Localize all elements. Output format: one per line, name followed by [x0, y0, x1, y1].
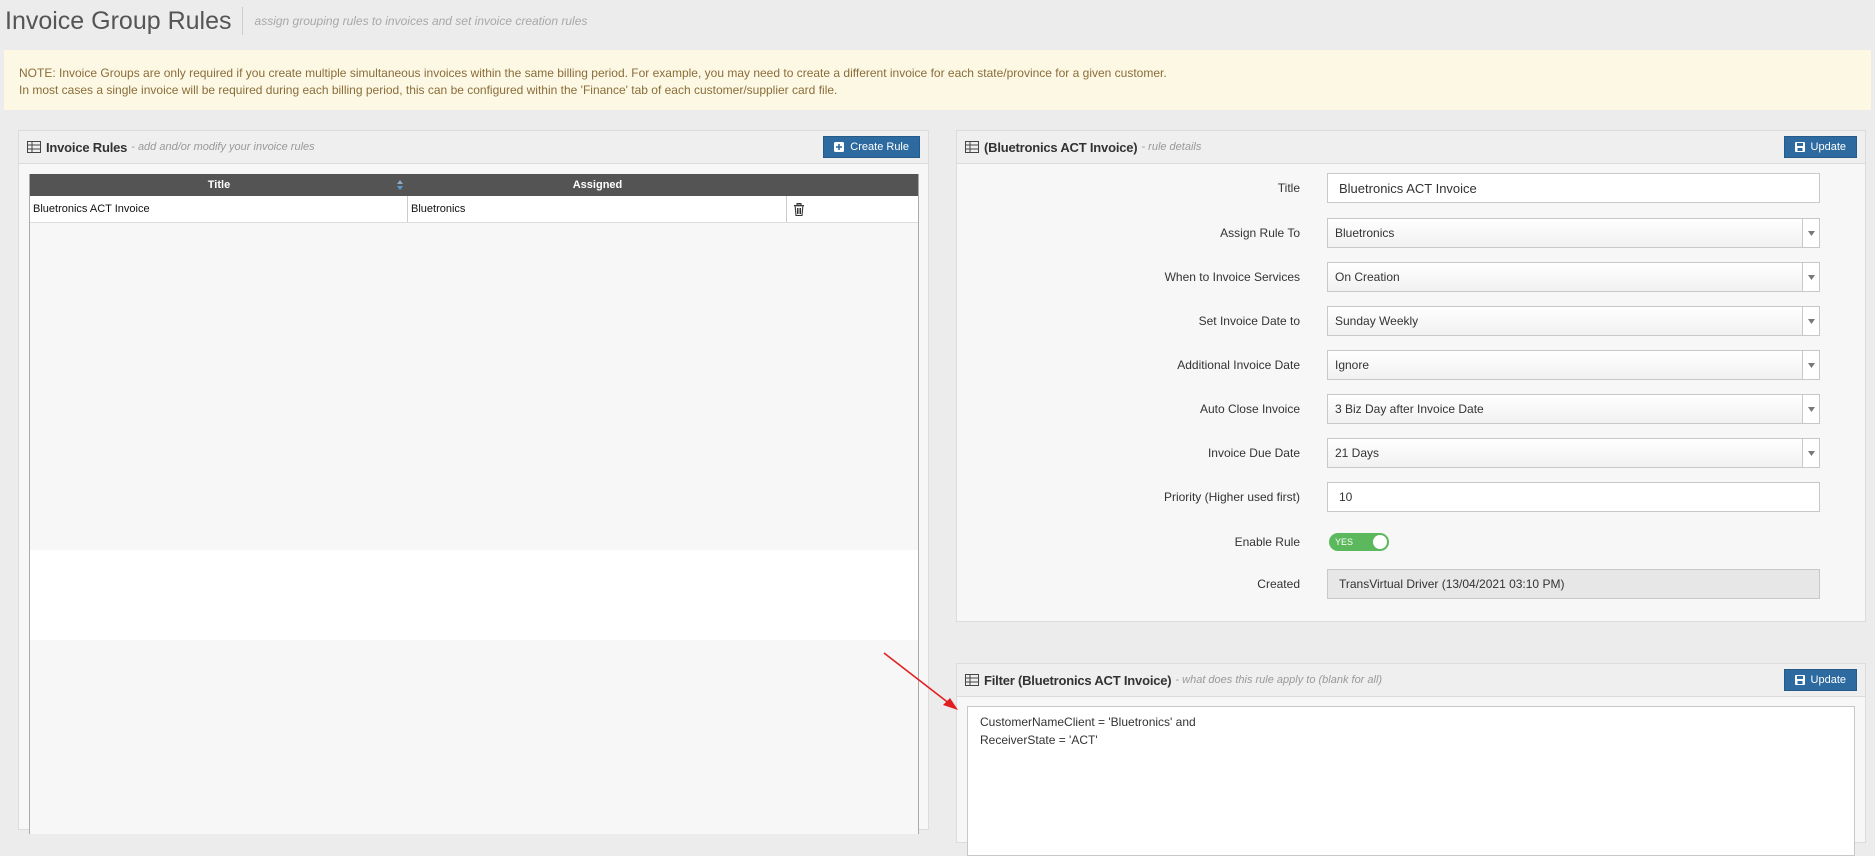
label-priority: Priority (Higher used first) — [1163, 490, 1300, 504]
trash-icon[interactable] — [793, 202, 805, 216]
column-assigned-header[interactable]: Assigned — [408, 174, 787, 196]
column-assigned-label: Assigned — [572, 179, 623, 191]
form-row-auto-close: Auto Close Invoice 3 Biz Day after Invoi… — [957, 393, 1867, 425]
chevron-down-icon — [1802, 439, 1819, 467]
invoice-rules-subtitle: - add and/or modify your invoice rules — [131, 141, 315, 153]
created-value: TransVirtual Driver (13/04/2021 03:10 PM… — [1327, 569, 1820, 599]
update-filter-label: Update — [1810, 674, 1846, 686]
column-title-header[interactable]: Title — [30, 174, 408, 196]
column-actions-header — [787, 174, 918, 196]
create-rule-label: Create Rule — [850, 141, 909, 153]
sort-icon[interactable] — [396, 180, 404, 190]
additional-invoice-date-select[interactable]: Ignore — [1327, 350, 1820, 380]
form-row-due-date: Invoice Due Date 21 Days — [957, 437, 1867, 469]
label-title: Title — [1277, 181, 1300, 195]
toggle-knob — [1373, 535, 1387, 549]
invoice-rules-header: Invoice Rules - add and/or modify your i… — [19, 131, 928, 164]
rule-details-header: (Bluetronics ACT Invoice) - rule details… — [957, 131, 1865, 164]
page-header: Invoice Group Rules assign grouping rule… — [5, 4, 587, 38]
update-filter-button[interactable]: Update — [1783, 669, 1857, 691]
invoice-rules-panel: Invoice Rules - add and/or modify your i… — [18, 130, 929, 834]
cell-title[interactable]: Bluetronics ACT Invoice — [30, 196, 408, 222]
when-to-invoice-select[interactable]: On Creation — [1327, 262, 1820, 292]
form-row-title: Title Bluetronics ACT Invoice — [957, 172, 1867, 204]
label-assign-rule-to: Assign Rule To — [1220, 226, 1300, 240]
form-row-invoice-date: Set Invoice Date to Sunday Weekly — [957, 305, 1867, 337]
header-divider — [241, 7, 243, 35]
set-invoice-date-select[interactable]: Sunday Weekly — [1327, 306, 1820, 336]
invoice-due-date-value: 21 Days — [1335, 446, 1380, 460]
info-note: NOTE: Invoice Groups are only required i… — [4, 50, 1871, 110]
cell-actions — [787, 196, 918, 222]
chevron-down-icon — [1802, 263, 1819, 291]
create-rule-button[interactable]: Create Rule — [823, 136, 920, 158]
enable-rule-toggle[interactable]: YES — [1329, 533, 1389, 551]
auto-close-invoice-value: 3 Biz Day after Invoice Date — [1335, 402, 1484, 416]
filter-textarea[interactable]: CustomerNameClient = 'Bluetronics' and R… — [967, 706, 1855, 856]
auto-close-invoice-select[interactable]: 3 Biz Day after Invoice Date — [1327, 394, 1820, 424]
note-line-1: NOTE: Invoice Groups are only required i… — [19, 66, 1167, 80]
annotation-arrow-icon — [883, 652, 958, 710]
filter-header: Filter (Bluetronics ACT Invoice) - what … — [957, 664, 1865, 697]
invoice-due-date-select[interactable]: 21 Days — [1327, 438, 1820, 468]
update-rule-label: Update — [1810, 141, 1846, 153]
chevron-down-icon — [1802, 219, 1819, 247]
filter-line-2: ReceiverState = 'ACT' — [980, 733, 1098, 747]
form-row-when: When to Invoice Services On Creation — [957, 261, 1867, 293]
label-invoice-due-date: Invoice Due Date — [1207, 446, 1300, 460]
table-row[interactable]: Bluetronics ACT Invoice Bluetronics — [30, 196, 918, 223]
page-subtitle: assign grouping rules to invoices and se… — [254, 14, 588, 28]
assign-rule-to-value: Bluetronics — [1335, 226, 1395, 240]
rule-details-title: (Bluetronics ACT Invoice) — [984, 139, 1138, 155]
page-title: Invoice Group Rules — [5, 6, 232, 35]
label-enable-rule: Enable Rule — [1234, 535, 1300, 549]
title-input[interactable]: Bluetronics ACT Invoice — [1327, 173, 1820, 203]
toggle-state-label: YES — [1335, 537, 1354, 547]
label-when-to-invoice: When to Invoice Services — [1164, 270, 1300, 284]
plus-square-icon — [834, 142, 845, 152]
form-row-additional-date: Additional Invoice Date Ignore — [957, 349, 1867, 381]
table-empty-band — [30, 550, 918, 640]
assign-rule-to-select[interactable]: Bluetronics — [1327, 218, 1820, 248]
table-header: Title Assigned — [30, 174, 918, 196]
save-icon — [1794, 142, 1805, 152]
rule-details-panel: (Bluetronics ACT Invoice) - rule details… — [956, 130, 1866, 622]
label-created: Created — [1257, 577, 1300, 591]
form-row-assign: Assign Rule To Bluetronics — [957, 217, 1867, 249]
set-invoice-date-value: Sunday Weekly — [1335, 314, 1419, 328]
column-title-label: Title — [207, 179, 231, 191]
label-additional-invoice-date: Additional Invoice Date — [1177, 358, 1300, 372]
table-icon — [965, 141, 979, 153]
filter-panel: Filter (Bluetronics ACT Invoice) - what … — [956, 663, 1866, 856]
form-row-created: Created TransVirtual Driver (13/04/2021 … — [957, 568, 1867, 600]
filter-line-1: CustomerNameClient = 'Bluetronics' and — [980, 715, 1196, 729]
chevron-down-icon — [1802, 307, 1819, 335]
additional-invoice-date-value: Ignore — [1335, 358, 1370, 372]
form-row-priority: Priority (Higher used first) 10 — [957, 481, 1867, 513]
update-rule-button[interactable]: Update — [1783, 136, 1857, 158]
rule-details-subtitle: - rule details — [1141, 141, 1202, 153]
priority-input[interactable]: 10 — [1327, 482, 1820, 512]
chevron-down-icon — [1802, 351, 1819, 379]
filter-title: Filter (Bluetronics ACT Invoice) — [984, 672, 1172, 688]
cell-assigned[interactable]: Bluetronics — [408, 196, 787, 222]
rules-table: Title Assigned Bluetronics ACT Invoice B… — [29, 174, 919, 834]
table-icon — [27, 141, 41, 153]
form-row-enable: Enable Rule YES — [957, 526, 1867, 558]
chevron-down-icon — [1802, 395, 1819, 423]
label-auto-close-invoice: Auto Close Invoice — [1199, 402, 1300, 416]
save-icon — [1794, 675, 1805, 685]
note-line-2: In most cases a single invoice will be r… — [19, 83, 838, 97]
when-to-invoice-value: On Creation — [1335, 270, 1400, 284]
filter-subtitle: - what does this rule apply to (blank fo… — [1175, 674, 1383, 686]
label-set-invoice-date: Set Invoice Date to — [1198, 314, 1300, 328]
invoice-rules-title: Invoice Rules — [46, 139, 128, 155]
